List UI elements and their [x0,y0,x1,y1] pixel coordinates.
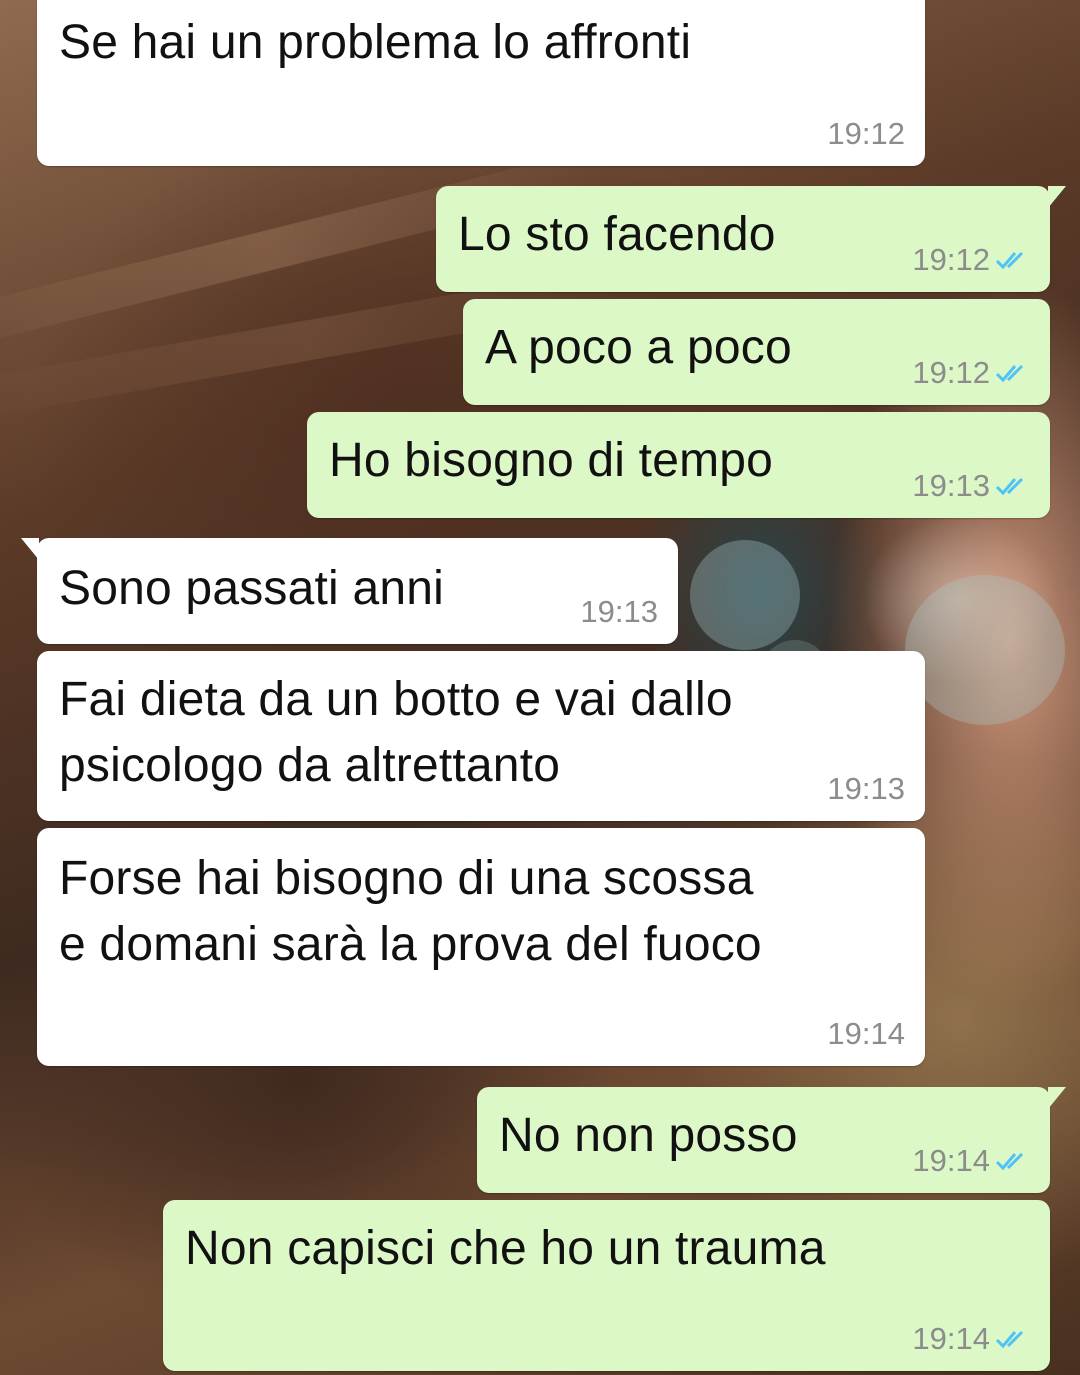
message-meta: 19:12 [912,355,1030,391]
message-meta: 19:13 [827,771,905,807]
message-time: 19:12 [912,355,990,390]
message-time: 19:12 [912,242,990,277]
message-bubble-outgoing[interactable]: No non posso 19:14 [477,1087,1066,1193]
message-meta: 19:12 [912,242,1030,278]
read-double-tick-icon [994,249,1030,271]
message-text: Ho bisogno di tempo [329,434,774,487]
message-bubble-outgoing[interactable]: Non capisci che ho un trauma 19:14 [163,1200,1050,1371]
message-text: Sono passati anni [59,562,445,615]
message-meta: 19:14 [912,1143,1030,1179]
read-double-tick-icon [994,362,1030,384]
message-bubble-incoming[interactable]: Se hai un problema lo affronti 19:12 [37,0,925,166]
message-time: 19:13 [580,594,658,629]
message-meta: 19:12 [827,116,905,152]
message-text: Se hai un problema lo affronti [59,16,692,69]
message-bubble-outgoing[interactable]: Lo sto facendo 19:12 [436,186,1066,292]
message-text: Non capisci che ho un trauma [185,1222,826,1275]
message-time: 19:13 [912,468,990,503]
message-text: Lo sto facendo [458,208,776,261]
message-bubble-incoming[interactable]: Sono passati anni 19:13 [21,538,678,644]
message-time: 19:13 [827,771,905,806]
message-meta: 19:13 [580,594,658,630]
message-text: Forse hai bisogno di una scossa e domani… [59,852,762,971]
message-time: 19:14 [912,1321,990,1356]
message-text: Fai dieta da un botto e vai dallo psicol… [59,673,733,792]
message-bubble-outgoing[interactable]: Ho bisogno di tempo 19:13 [307,412,1050,518]
message-time: 19:14 [912,1143,990,1178]
message-meta: 19:14 [827,1016,905,1052]
message-time: 19:12 [827,116,905,151]
read-double-tick-icon [994,1150,1030,1172]
message-text: No non posso [499,1109,798,1162]
message-bubble-incoming[interactable]: Fai dieta da un botto e vai dallo psicol… [37,651,925,821]
message-text: A poco a poco [485,321,792,374]
message-bubble-incoming[interactable]: Forse hai bisogno di una scossa e domani… [37,828,925,1066]
message-time: 19:14 [827,1016,905,1051]
message-meta: 19:14 [912,1321,1030,1357]
message-bubble-outgoing[interactable]: A poco a poco 19:12 [463,299,1050,405]
read-double-tick-icon [994,475,1030,497]
read-double-tick-icon [994,1328,1030,1350]
message-meta: 19:13 [912,468,1030,504]
